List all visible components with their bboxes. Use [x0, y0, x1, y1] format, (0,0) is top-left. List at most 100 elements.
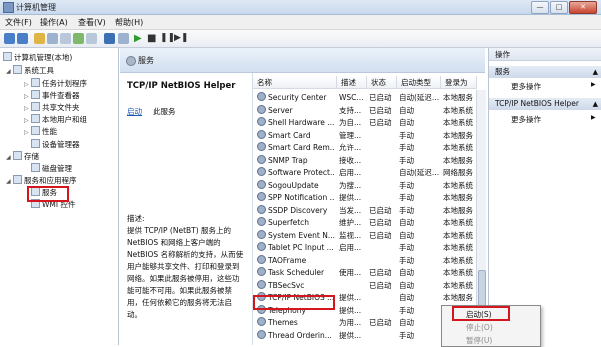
service-name: TAOFrame	[268, 255, 307, 265]
tree-local-users[interactable]: ▷ 本地用户和组	[24, 114, 87, 125]
help-icon[interactable]	[104, 33, 115, 44]
column-name[interactable]: 名称	[253, 76, 337, 89]
minimize-button[interactable]: —	[531, 1, 549, 14]
submenu-arrow-icon: ▶	[591, 81, 596, 88]
table-row[interactable]: TBSecSvc 已启动 自动 本地系统	[253, 279, 475, 292]
refresh-icon[interactable]	[73, 33, 84, 44]
cell-startup: 自动	[399, 105, 414, 115]
tree-shared-folders[interactable]: ▷ 共享文件夹	[24, 102, 80, 113]
table-row[interactable]: TCP/IP NetBIOS ... 提供... 自动 本地服务	[253, 292, 475, 304]
actions-section-selected-service[interactable]: TCP/IP NetBIOS Helper ▲	[489, 98, 601, 110]
service-name: Telephony	[268, 305, 306, 315]
disk-icon	[31, 163, 40, 172]
cell-status: 已启动	[369, 93, 392, 102]
table-row[interactable]: Server 支持... 已启动 自动 本地系统	[253, 104, 475, 117]
menu-view[interactable]: 查看(V)	[78, 17, 106, 28]
tree-services-apps[interactable]: ◢ 服务和应用程序	[6, 175, 77, 186]
cell-logon: 本地系统	[443, 180, 473, 190]
service-icon	[257, 304, 266, 314]
forward-icon[interactable]	[17, 33, 28, 44]
collapse-arrow-icon: ▲	[592, 68, 598, 76]
cell-logon: 本地系统	[443, 280, 473, 290]
tree-task-scheduler[interactable]: ▷ 任务计划程序	[24, 78, 87, 89]
device-manager-icon	[31, 139, 40, 148]
up-folder-icon[interactable]	[34, 33, 45, 44]
cell-desc: 为搜...	[339, 180, 362, 190]
tree-wmi-control[interactable]: WMI 控件	[31, 199, 75, 210]
tree-system-tools[interactable]: ◢ 系统工具	[6, 65, 54, 76]
cell-startup: 手动	[399, 180, 414, 190]
service-icon	[257, 204, 266, 214]
table-row[interactable]: System Event N... 监视... 已启动 自动 本地系统	[253, 229, 475, 242]
cell-desc: 支持...	[339, 105, 362, 115]
column-description[interactable]: 描述	[337, 76, 367, 89]
context-start[interactable]: 启动(S)	[466, 309, 492, 320]
tree-root[interactable]: 计算机管理(本地)	[3, 52, 72, 63]
cell-name: System Event N...	[257, 229, 335, 242]
service-icon	[257, 129, 266, 139]
more-actions-services[interactable]: 更多操作 ▶	[511, 81, 596, 92]
stop-service-icon[interactable]: ■	[147, 33, 158, 44]
table-row[interactable]: Superfetch 维护... 已启动 自动 本地系统	[253, 217, 475, 229]
cell-logon: 本地系统	[443, 118, 473, 127]
console-icon[interactable]	[118, 33, 129, 44]
tree-disk-management[interactable]: 磁盘管理	[31, 163, 72, 174]
service-name: Server	[268, 105, 293, 115]
cell-startup: 自动(延迟...	[399, 93, 439, 102]
column-startup-type[interactable]: 启动类型	[397, 76, 441, 89]
properties-icon[interactable]	[60, 33, 71, 44]
cell-desc: 启用...	[339, 168, 362, 177]
show-hide-tree-icon[interactable]	[47, 33, 58, 44]
table-row[interactable]: Software Protect... 启用... 自动(延迟... 网络服务	[253, 167, 475, 179]
column-status[interactable]: 状态	[367, 76, 397, 89]
table-row[interactable]: SPP Notification ... 提供... 手动 本地服务	[253, 192, 475, 204]
cell-desc: 允许...	[339, 143, 362, 152]
table-row[interactable]: SSDP Discovery 当发... 已启动 手动 本地服务	[253, 204, 475, 217]
table-row[interactable]: Tablet PC Input ... 启用... 手动 本地系统	[253, 242, 475, 254]
actions-section-services[interactable]: 服务 ▲	[489, 66, 601, 78]
menu-action[interactable]: 操作(A)	[40, 17, 68, 28]
tree-performance[interactable]: ▷ 性能	[24, 126, 57, 137]
start-service-icon[interactable]: ▶	[134, 33, 145, 44]
start-service-suffix: 此服务	[153, 107, 176, 116]
back-icon[interactable]	[4, 33, 15, 44]
maximize-button[interactable]: □	[550, 1, 568, 14]
context-stop[interactable]: 停止(O)	[466, 322, 493, 333]
tree-services[interactable]: 服务	[31, 187, 57, 198]
cell-startup: 手动	[399, 155, 414, 165]
table-row[interactable]: SNMP Trap 接收... 手动 本地服务	[253, 154, 475, 167]
context-pause[interactable]: 暂停(U)	[466, 335, 492, 346]
cell-logon: 本地系统	[443, 268, 473, 277]
start-service-link[interactable]: 启动	[127, 106, 142, 117]
menu-file[interactable]: 文件(F)	[5, 17, 32, 28]
column-log-on-as[interactable]: 登录为	[441, 76, 477, 89]
cell-logon: 本地服务	[443, 155, 473, 165]
tree-event-viewer[interactable]: ▷ 事件查看器	[24, 90, 80, 101]
table-row[interactable]: SogouUpdate 为搜... 手动 本地系统	[253, 179, 475, 192]
cell-desc: 提供...	[339, 330, 362, 340]
table-row[interactable]: Task Scheduler 使用... 已启动 自动 本地系统	[253, 267, 475, 279]
cell-status: 已启动	[369, 218, 392, 227]
cell-name: SSDP Discovery	[257, 204, 335, 217]
table-row[interactable]: Shell Hardware ... 为自... 已启动 自动 本地系统	[253, 117, 475, 129]
tree-device-manager[interactable]: 设备管理器	[31, 139, 80, 150]
tree-storage[interactable]: ◢ 存储	[6, 151, 39, 162]
service-icon	[257, 167, 266, 176]
table-row[interactable]: TAOFrame 手动 本地系统	[253, 254, 475, 267]
table-row[interactable]: Smart Card 管理... 手动 本地服务	[253, 129, 475, 142]
menu-help[interactable]: 帮助(H)	[115, 17, 143, 28]
cell-name: Telephony	[257, 304, 335, 317]
cell-status: 已启动	[369, 118, 392, 127]
service-description-pane: TCP/IP NetBIOS Helper 启动 此服务 描述: 提供 TCP/…	[120, 73, 250, 345]
close-button[interactable]: ✕	[569, 1, 597, 14]
computer-management-icon	[3, 2, 14, 13]
table-row[interactable]: Smart Card Rem... 允许... 手动 本地系统	[253, 142, 475, 154]
service-icon	[257, 92, 266, 101]
export-icon[interactable]	[86, 33, 97, 44]
more-actions-selected-service[interactable]: 更多操作 ▶	[511, 114, 596, 125]
restart-service-icon[interactable]: ▶❚	[174, 33, 188, 44]
pause-service-icon[interactable]: ❚❚	[160, 33, 175, 44]
service-name: Shell Hardware ...	[268, 118, 335, 127]
cell-startup: 自动	[399, 280, 414, 290]
table-row[interactable]: Security Center WSC... 已启动 自动(延迟... 本地服务	[253, 92, 475, 104]
